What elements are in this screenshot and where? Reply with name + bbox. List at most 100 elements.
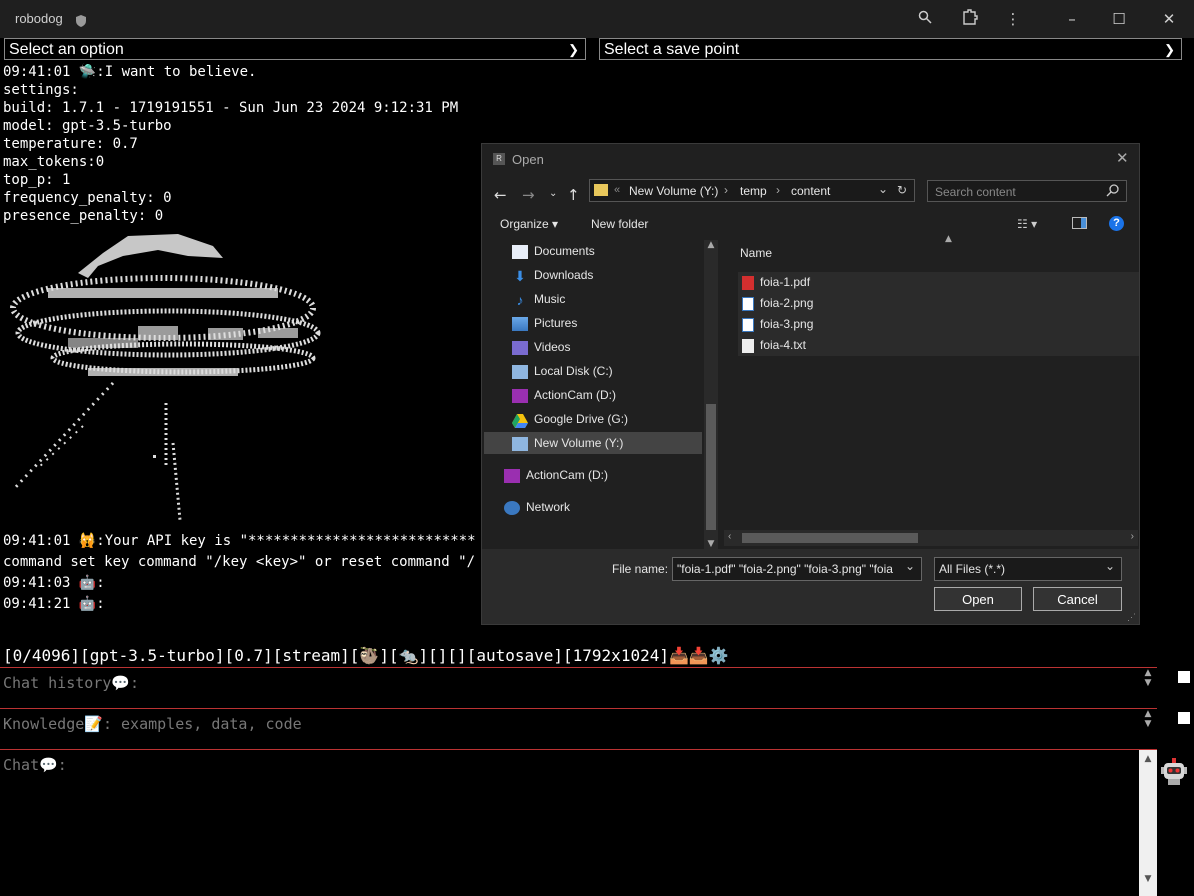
sidebar-scrollbar[interactable]: ▲ ▼ xyxy=(704,240,718,549)
chat-input[interactable]: Chat💬: ▲ ▼ xyxy=(0,750,1157,896)
help-icon[interactable]: ? xyxy=(1109,216,1124,231)
knowledge-checkbox[interactable] xyxy=(1178,712,1190,724)
up-icon[interactable]: ↑ xyxy=(567,186,580,204)
image-icon xyxy=(742,296,754,311)
dialog-close-icon[interactable]: ✕ xyxy=(1116,149,1129,167)
sidebar-item-label: New Volume (Y:) xyxy=(534,436,624,450)
forward-icon[interactable]: → xyxy=(522,186,535,204)
downloads-icon: ⬇ xyxy=(514,267,526,284)
zoom-icon[interactable] xyxy=(913,8,937,30)
search-box[interactable]: Search content xyxy=(927,180,1127,202)
sd-card-icon xyxy=(512,388,528,403)
resize-grip-icon[interactable]: ⋰ xyxy=(1127,612,1136,623)
text-icon xyxy=(742,338,754,353)
view-options-icon[interactable]: ☷ ▾ xyxy=(1017,217,1037,231)
sidebar-item-network[interactable]: Network xyxy=(504,496,570,518)
sidebar-item-local-disk[interactable]: Local Disk (C:) xyxy=(512,360,613,382)
history-checkbox[interactable] xyxy=(1178,671,1190,683)
file-row[interactable]: foia-1.pdf xyxy=(738,272,1139,293)
videos-icon xyxy=(512,340,528,355)
breadcrumb-item[interactable]: content xyxy=(791,184,830,198)
navigation-pane[interactable]: Documents ⬇ Downloads ♪ Music Pictures Vid… xyxy=(482,240,720,549)
address-bar[interactable]: « New Volume (Y:) › temp › content ⌄ ↻ xyxy=(589,179,915,202)
robot-send-icon[interactable] xyxy=(1160,757,1188,787)
breadcrumb-separator: › xyxy=(776,183,780,197)
file-name: foia-4.txt xyxy=(760,338,807,352)
sidebar-item-label: ActionCam (D:) xyxy=(526,468,609,482)
filetype-value: All Files (*.*) xyxy=(939,562,1006,576)
sidebar-item-label: Downloads xyxy=(534,268,594,282)
cancel-button[interactable]: Cancel xyxy=(1033,587,1122,611)
pdf-icon xyxy=(742,275,754,290)
chevron-down-icon[interactable]: ⌄ xyxy=(905,559,916,573)
console-line: model: gpt-3.5-turbo xyxy=(3,118,172,134)
console-command-line: command set key command "/key <key>" or … xyxy=(3,554,476,570)
breadcrumb-chevron: « xyxy=(614,184,621,196)
extensions-icon[interactable] xyxy=(958,8,982,30)
column-header-name[interactable]: Name xyxy=(740,246,772,260)
search-placeholder: Search content xyxy=(935,185,1016,199)
filetype-select[interactable]: All Files (*.*) ⌄ xyxy=(934,557,1122,581)
drive-icon xyxy=(512,436,528,451)
folder-icon xyxy=(594,184,608,196)
console-line: settings: xyxy=(3,82,79,98)
more-icon[interactable]: ⋮ xyxy=(1001,8,1025,30)
recent-dropdown-icon[interactable]: ⌄ xyxy=(549,188,557,199)
sidebar-item-actioncam-root[interactable]: ActionCam (D:) xyxy=(504,464,608,486)
filename-label: File name: xyxy=(612,562,669,576)
option-select-value: Select an option xyxy=(9,41,124,58)
sidebar-item-label: Videos xyxy=(534,340,571,354)
horizontal-scrollbar[interactable]: ‹ › xyxy=(724,530,1138,546)
minimize-icon[interactable]: – xyxy=(1060,8,1084,30)
chevron-down-icon: ❯ xyxy=(1164,42,1175,57)
status-bar: [0/4096][gpt-3.5-turbo][0.7][stream][🦥][… xyxy=(3,646,729,665)
address-dropdown-icon[interactable]: ⌄ xyxy=(878,182,888,196)
console-line: top_p: 1 xyxy=(3,172,71,188)
chat-history-textarea[interactable]: Chat history💬: ▲ ▼ xyxy=(0,667,1157,709)
organize-button[interactable]: Organize ▾ xyxy=(500,217,558,231)
breadcrumb-item[interactable]: New Volume (Y:) xyxy=(629,184,718,198)
console-apikey-line: 09:41:01 🙀:Your API key is "************… xyxy=(3,533,476,549)
file-name: foia-3.png xyxy=(760,317,814,331)
file-row[interactable]: foia-3.png xyxy=(738,314,1139,335)
scrollbar[interactable]: ▲ ▼ xyxy=(1139,750,1157,896)
maximize-icon[interactable]: ☐ xyxy=(1107,8,1131,30)
sidebar-item-pictures[interactable]: Pictures xyxy=(512,312,577,334)
sidebar-item-actioncam[interactable]: ActionCam (D:) xyxy=(512,384,616,406)
preview-pane-icon[interactable] xyxy=(1072,217,1087,229)
console-line: 09:41:01 🛸:I want to believe. xyxy=(3,64,257,80)
sidebar-item-label: Google Drive (G:) xyxy=(534,412,629,426)
filename-value: "foia-1.pdf" "foia-2.png" "foia-3.png" "… xyxy=(677,562,893,576)
sidebar-item-music[interactable]: ♪ Music xyxy=(512,288,566,310)
breadcrumb-item[interactable]: temp xyxy=(740,184,767,198)
open-button[interactable]: Open xyxy=(934,587,1022,611)
savepoint-select[interactable]: Select a save point ❯ xyxy=(599,38,1182,60)
back-icon[interactable]: ← xyxy=(494,186,507,204)
scrollbar[interactable]: ▲ ▼ xyxy=(1139,668,1157,708)
sidebar-item-videos[interactable]: Videos xyxy=(512,336,570,358)
sidebar-item-documents[interactable]: Documents xyxy=(512,240,595,262)
sidebar-item-new-volume[interactable]: New Volume (Y:) xyxy=(512,432,623,454)
knowledge-textarea[interactable]: Knowledge📝: examples, data, code ▲ ▼ xyxy=(0,709,1157,750)
sidebar-item-label: Network xyxy=(526,500,571,514)
savepoint-select-value: Select a save point xyxy=(604,41,740,58)
sidebar-item-downloads[interactable]: ⬇ Downloads xyxy=(512,264,593,286)
search-icon xyxy=(1106,183,1120,200)
sidebar-item-label: Documents xyxy=(534,244,595,258)
file-row[interactable]: foia-4.txt xyxy=(738,335,1139,356)
knowledge-placeholder: Knowledge📝: examples, data, code xyxy=(3,715,302,733)
scrollbar[interactable]: ▲ ▼ xyxy=(1139,709,1157,749)
filename-input[interactable]: "foia-1.pdf" "foia-2.png" "foia-3.png" "… xyxy=(672,557,922,581)
sidebar-item-google-drive[interactable]: Google Drive (G:) xyxy=(512,408,628,430)
option-select[interactable]: Select an option ❯ xyxy=(4,38,586,60)
new-folder-button[interactable]: New folder xyxy=(591,217,648,231)
refresh-icon[interactable]: ↻ xyxy=(897,183,907,197)
close-icon[interactable]: ✕ xyxy=(1157,8,1181,30)
window-titlebar: robodog ⋮ – ☐ ✕ xyxy=(0,0,1194,38)
pictures-icon xyxy=(512,316,528,331)
file-row[interactable]: foia-2.png xyxy=(738,293,1139,314)
image-icon xyxy=(742,317,754,332)
sidebar-item-label: Music xyxy=(534,292,566,306)
chevron-down-icon: ❯ xyxy=(568,42,579,57)
chat-history-placeholder: Chat history💬: xyxy=(3,674,140,692)
